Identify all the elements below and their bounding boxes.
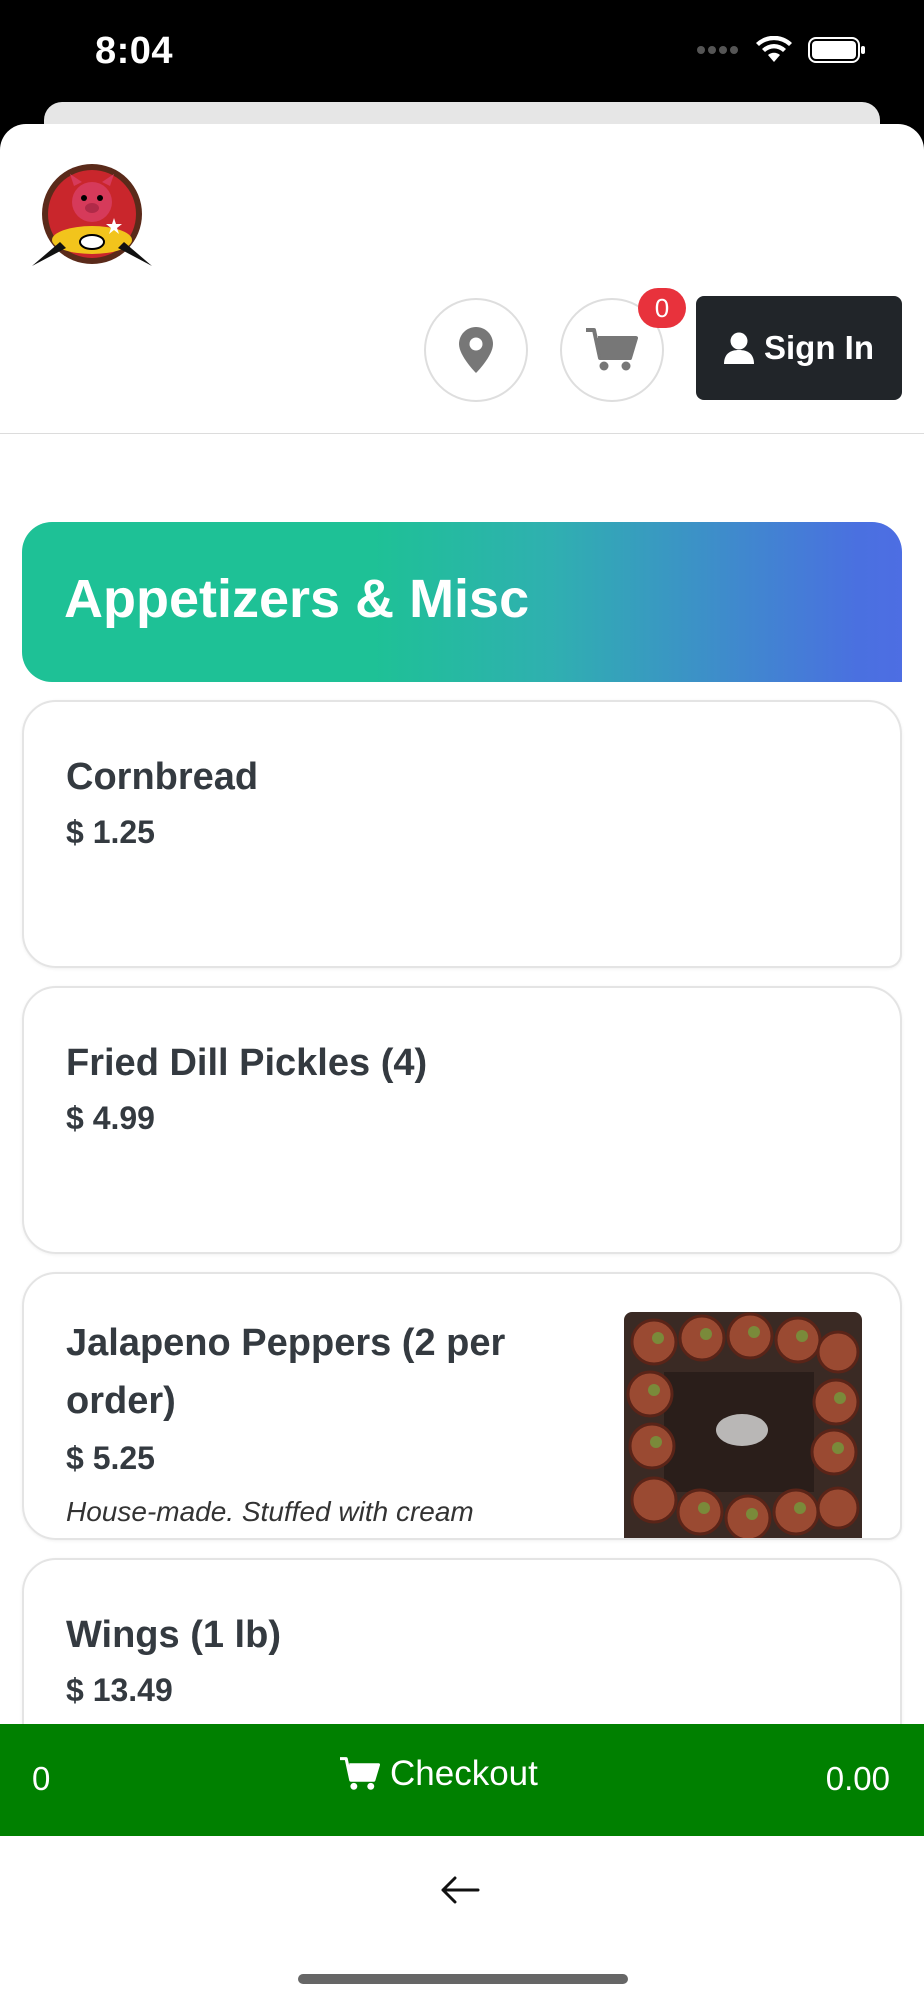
item-name: Jalapeno Peppers (2 per order) [66, 1314, 505, 1430]
item-price: $ 5.25 [66, 1440, 155, 1476]
checkout-total: 0.00 [825, 1760, 890, 1797]
menu-item-card[interactable]: Cornbread $ 1.25 [22, 700, 902, 968]
category-banner: Appetizers & Misc [22, 522, 902, 682]
checkout-item-count: 0 [32, 1760, 51, 1797]
item-name-line-2: order) [66, 1380, 176, 1422]
battery-icon [808, 37, 865, 63]
wifi-icon [756, 36, 792, 62]
item-price: $ 1.25 [66, 814, 155, 850]
status-time: 8:04 [95, 30, 174, 72]
checkout-button[interactable]: Checkout [340, 1754, 538, 1794]
main-sheet: 0 Sign In Appetizers & Misc Cornbread $ … [0, 124, 924, 2000]
user-icon [724, 332, 754, 364]
item-image[interactable] [624, 1312, 862, 1538]
status-bar: 8:04 [0, 0, 924, 110]
item-name-line-1: Jalapeno Peppers (2 per [66, 1322, 506, 1364]
location-pin-icon [459, 327, 493, 373]
status-icons [696, 36, 866, 64]
menu-item-card[interactable]: Fried Dill Pickles (4) $ 4.99 [22, 986, 902, 1254]
item-name: Wings (1 lb) [66, 1614, 281, 1656]
header: 0 Sign In [0, 124, 924, 434]
category-title: Appetizers & Misc [64, 569, 530, 629]
item-price: $ 13.49 [66, 1672, 173, 1708]
signal-icon [697, 46, 738, 54]
home-indicator[interactable] [298, 1974, 628, 1984]
menu-item-card[interactable]: Jalapeno Peppers (2 per order) $ 5.25 Ho… [22, 1272, 902, 1540]
checkout-label: Checkout [390, 1754, 538, 1793]
restaurant-logo[interactable] [30, 162, 154, 272]
item-price: $ 4.99 [66, 1100, 155, 1136]
cart-icon [586, 328, 638, 371]
item-name: Cornbread [66, 756, 259, 798]
back-arrow-icon[interactable] [440, 1876, 480, 1904]
checkout-bar[interactable]: 0 Checkout 0.00 [0, 1724, 924, 1836]
item-description: House-made. Stuffed with cream [66, 1496, 474, 1527]
location-button[interactable] [424, 298, 528, 402]
item-name: Fried Dill Pickles (4) [66, 1042, 428, 1084]
sign-in-label: Sign In [764, 329, 874, 366]
jalapeno-peppers-photo [624, 1312, 862, 1538]
sign-in-button[interactable]: Sign In [696, 296, 902, 400]
cart-count-badge: 0 [638, 288, 686, 328]
cart-icon [340, 1757, 380, 1790]
